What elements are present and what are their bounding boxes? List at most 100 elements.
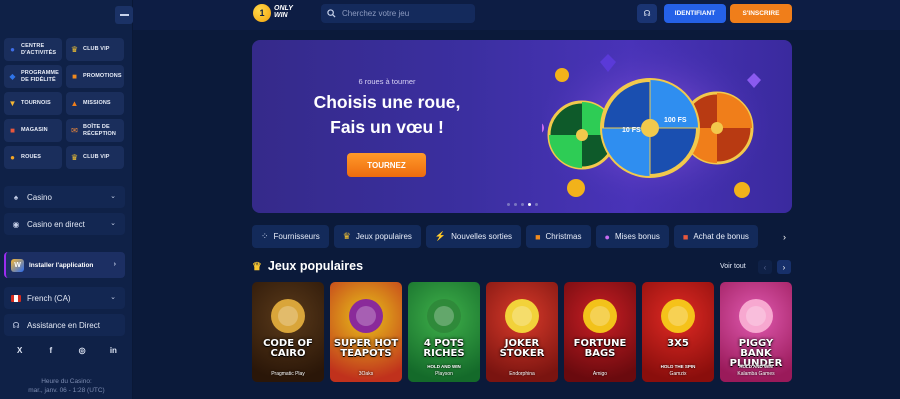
inbox-icon: ✉ [71, 125, 78, 135]
carousel-dots[interactable] [507, 203, 538, 206]
login-button[interactable]: IDENTIFIANT [664, 4, 726, 23]
see-all-link[interactable]: Voir tout [720, 263, 746, 270]
sidebar-tile-label: Centre d'activités [21, 43, 57, 56]
popular-games-row: CODE OF CAIRO Pragmatic Play SUPER HOT TEA… [252, 282, 792, 382]
register-button[interactable]: S'INSCRIRE [730, 4, 792, 23]
game-title: JOKER STOKER [499, 338, 545, 359]
facebook-icon[interactable]: f [44, 346, 58, 355]
sidebar-tile[interactable]: ■ Promotions [66, 65, 124, 88]
language-selector[interactable]: French (CA) ⌄ [4, 287, 125, 309]
language-label: French (CA) [27, 293, 71, 303]
carousel-prev-button[interactable]: ‹ [758, 260, 772, 274]
game-title: CODE OF CAIRO [263, 338, 313, 359]
minus-icon [119, 14, 129, 16]
game-subtitle: HOLD AND WIN [739, 364, 773, 369]
blue-wheel-icon: 10 FS 100 FS [600, 78, 700, 178]
game-artwork-icon [427, 299, 461, 333]
sidebar-tile[interactable]: ◆ Programme de fidélité [4, 65, 62, 88]
game-provider: Playson [435, 371, 453, 377]
instagram-icon[interactable]: ◎ [75, 346, 89, 355]
logo[interactable]: 1 ONLY WIN [253, 4, 293, 22]
sidebar-item-casino[interactable]: ♠ Casino ⌄ [4, 186, 125, 208]
shop-icon: ■ [10, 125, 15, 135]
carousel-dot[interactable] [521, 203, 524, 206]
chevron-right-icon: › [782, 262, 786, 272]
headset-icon: ☊ [643, 9, 651, 18]
missions-icon: ▲ [70, 98, 79, 108]
sidebar-tile[interactable]: ● Centre d'activités [4, 38, 62, 61]
game-provider: Pragmatic Play [271, 371, 305, 377]
category-tab[interactable]: ■ Christmas [526, 225, 591, 248]
trophy-icon: ▼ [8, 98, 17, 108]
section-title-popular: ♛ Jeux populaires [252, 259, 363, 273]
game-subtitle: HOLD THE SPIN [660, 364, 696, 369]
carousel-dot[interactable] [514, 203, 517, 206]
svg-text:10 FS: 10 FS [622, 127, 641, 134]
section-title-label: Jeux populaires [267, 259, 364, 273]
carousel-next-button[interactable]: › [777, 260, 791, 274]
logo-text: ONLY WIN [274, 6, 293, 19]
install-app-button[interactable]: W Installer l'application › [4, 252, 125, 278]
sidebar-item-label: Casino en direct [27, 219, 85, 229]
game-artwork-icon [583, 299, 617, 333]
promo-banner[interactable]: 6 roues à tourner Choisis une roue, Fais… [252, 40, 792, 213]
category-tab[interactable]: ⁘ Fournisseurs [252, 225, 329, 248]
lightning-icon: ⚡ [434, 231, 447, 241]
support-button[interactable]: ☊ [637, 4, 657, 23]
activity-center-icon: ● [10, 44, 15, 54]
category-tab[interactable]: ♛ Jeux populaires [333, 225, 421, 248]
sidebar-tile-label: Promotions [83, 73, 122, 80]
cards-icon: ♠ [13, 192, 19, 202]
crown-icon: ♛ [70, 152, 79, 162]
casino-time-title: Heure du Casino: [41, 378, 92, 385]
sidebar-tile-label: Roues [21, 154, 42, 161]
sidebar-item-label: Casino [27, 192, 52, 202]
search-input[interactable]: Cherchez votre jeu [321, 4, 475, 23]
category-tab[interactable]: ● Mises bonus [595, 225, 669, 248]
category-tab[interactable]: ■ Achat de bonus [673, 225, 758, 248]
sidebar-item-live-casino[interactable]: ◉ Casino en direct ⌄ [4, 213, 125, 235]
sidebar-tile[interactable]: ▼ Tournois [4, 92, 62, 115]
game-title: FORTUNE BAGS [573, 338, 627, 359]
svg-text:100 FS: 100 FS [664, 117, 687, 124]
live-support-button[interactable]: ☊ Assistance en Direct [4, 314, 125, 336]
carousel-dot[interactable] [507, 203, 510, 206]
gift-icon: ■ [682, 231, 689, 242]
gift-icon: ■ [72, 71, 77, 81]
game-card[interactable]: FORTUNE BAGS Amigo [564, 282, 636, 382]
collapse-sidebar-button[interactable] [115, 6, 133, 24]
game-provider: Endorphina [509, 371, 535, 377]
game-provider: 3Oaks [358, 371, 374, 377]
carousel-dot[interactable] [535, 203, 538, 206]
spin-button[interactable]: TOURNEZ [347, 153, 426, 177]
game-card[interactable]: JOKER STOKER Endorphina [486, 282, 558, 382]
carousel-dot[interactable] [528, 203, 531, 206]
sidebar-tile[interactable]: ♛ Club VIP [66, 146, 124, 169]
game-title: SUPER HOT TEAPOTS [333, 338, 399, 359]
providers-icon: ⁘ [261, 231, 269, 241]
game-artwork-icon [349, 299, 383, 333]
sidebar-tile[interactable]: ♛ Club VIP [66, 38, 124, 61]
category-tab[interactable]: ⚡ Nouvelles sorties [425, 225, 522, 248]
game-title: 4 POTS RICHES [423, 338, 465, 359]
linkedin-icon[interactable]: in [106, 346, 120, 355]
game-card[interactable]: SUPER HOT TEAPOTS 3Oaks [330, 282, 402, 382]
wheels-illustration: 10 FS 100 FS [542, 40, 772, 210]
sidebar-tile[interactable]: ✉ Boîte de réception [66, 119, 124, 142]
category-tab-label: Nouvelles sorties [451, 232, 513, 241]
x-icon[interactable]: X [13, 346, 27, 355]
game-card[interactable]: PIGGY BANK PLUNDER HOLD AND WIN Kalamba Ga… [720, 282, 792, 382]
category-next-button[interactable]: › [777, 225, 792, 248]
headset-icon: ☊ [12, 320, 20, 330]
sidebar-tile[interactable]: ● Roues [4, 146, 62, 169]
sidebar-tile[interactable]: ▲ Missions [66, 92, 124, 115]
sidebar-tile-label: Tournois [21, 100, 51, 107]
game-card[interactable]: 3X5 HOLD THE SPIN Gamzix [642, 282, 714, 382]
game-provider: Kalamba Games [737, 371, 775, 377]
game-card[interactable]: 4 POTS RICHES HOLD AND WIN Playson [408, 282, 480, 382]
game-provider: Amigo [592, 371, 608, 377]
sidebar-tile[interactable]: ■ Magasin [4, 119, 62, 142]
game-artwork-icon [505, 299, 539, 333]
crown-icon: ♛ [342, 231, 351, 241]
game-card[interactable]: CODE OF CAIRO Pragmatic Play [252, 282, 324, 382]
